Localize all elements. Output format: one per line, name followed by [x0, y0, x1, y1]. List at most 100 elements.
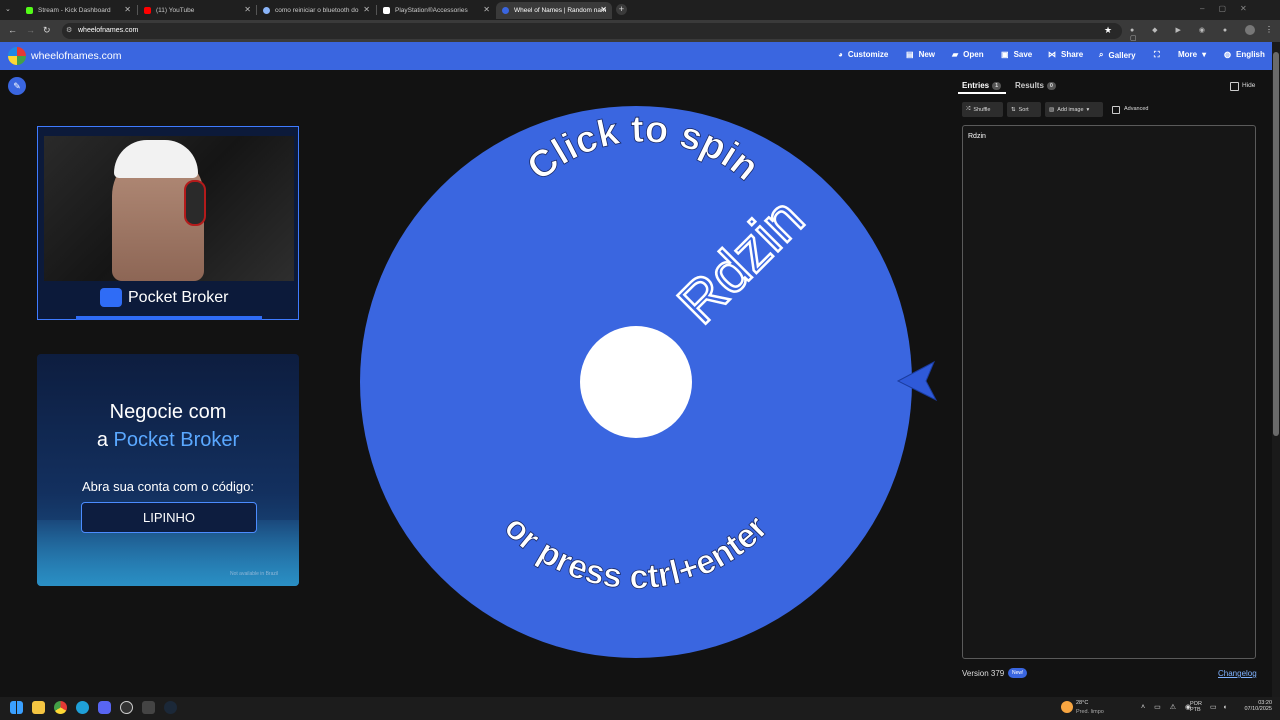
add-image-label: Add image: [1057, 106, 1084, 113]
tab-search-button[interactable]: ⌄: [5, 5, 11, 13]
url-text: wheelofnames.com: [78, 27, 139, 34]
reload-icon[interactable]: ↻: [43, 25, 51, 36]
scrollbar-thumb[interactable]: [1273, 52, 1279, 436]
promo-line1: Negocie com: [109, 401, 227, 423]
file-icon: ▤: [906, 50, 914, 59]
language-label: English: [1235, 50, 1265, 59]
promo-code: LIPINHO: [142, 510, 195, 525]
app-icon[interactable]: [142, 701, 155, 714]
site-name[interactable]: wheelofnames.com: [31, 50, 121, 62]
edit-button[interactable]: ✎: [8, 77, 26, 95]
wheel-favicon-icon: [502, 7, 509, 14]
promo-line3: Abra sua conta com o código:: [82, 479, 254, 494]
promo-line2: a Pocket Broker: [37, 429, 299, 452]
new-button[interactable]: ▤ New: [906, 50, 935, 59]
browser-tab-google[interactable]: como reiniciar o bluetooth do ✕: [257, 2, 375, 19]
folder-icon: ▰: [952, 50, 959, 59]
customize-button[interactable]: ◕ Customize: [838, 50, 888, 59]
lang-line2: PTB: [1190, 707, 1201, 713]
browser-tab-youtube[interactable]: (11) YouTube ✕: [138, 2, 256, 19]
version-label: Version 379: [962, 669, 1005, 678]
results-count-badge: 0: [1046, 81, 1056, 90]
share-icon: ⋈: [1048, 50, 1056, 59]
browser-tab-kick[interactable]: Stream - Kick Dashboard ✕: [20, 2, 136, 19]
entries-text: Rdzin: [968, 133, 986, 140]
more-button[interactable]: More ▾: [1178, 50, 1206, 59]
wheel-canvas[interactable]: Rdzin Click to spin or press ctrl+enter: [355, 100, 945, 670]
language-indicator[interactable]: POR PTB: [1190, 701, 1202, 713]
browser-tab-playstation[interactable]: PlayStation®Accessories ✕: [377, 2, 495, 19]
tab-results[interactable]: Results 0: [1015, 81, 1056, 90]
palette-icon: ◕: [838, 50, 843, 59]
browser-menu-icon[interactable]: ⋮: [1265, 25, 1273, 34]
new-tab-button[interactable]: +: [616, 4, 627, 15]
weather-temp[interactable]: 28°C: [1076, 700, 1088, 706]
site-info-icon[interactable]: ⚙: [66, 26, 72, 34]
new-badge: New!: [1008, 668, 1028, 678]
ad1-brand: Pocket Broker: [128, 289, 229, 306]
new-label: New: [918, 50, 936, 59]
changelog-link[interactable]: Changelog: [1218, 669, 1257, 678]
entries-count-badge: 1: [992, 81, 1002, 90]
gallery-button[interactable]: ⌕ Gallery: [1099, 50, 1136, 60]
tab-entries-label: Entries: [962, 81, 990, 90]
tab-entries[interactable]: Entries 1: [962, 81, 1002, 90]
search-icon: ⌕: [1099, 50, 1104, 59]
extensions-icons[interactable]: ● ◆ ▶ ◉ ● ◎ ▢: [1130, 26, 1280, 42]
windows-start-icon[interactable]: [10, 701, 23, 714]
site-logo-icon[interactable]: [8, 47, 26, 65]
network-volume-icons[interactable]: ▭◖: [1210, 703, 1233, 711]
language-button[interactable]: ◍ English: [1224, 50, 1265, 59]
forward-icon[interactable]: →: [26, 25, 35, 35]
profile-avatar[interactable]: [1245, 25, 1255, 35]
google-icon: [263, 7, 270, 14]
chevron-down-icon: ▾: [1086, 106, 1090, 113]
clock-date: 07/10/2025: [1244, 706, 1272, 712]
window-controls[interactable]: –▢✕: [1200, 4, 1261, 13]
close-tab-icon[interactable]: ✕: [483, 5, 490, 14]
tab-entries-underline: [958, 92, 1006, 94]
steam-icon[interactable]: [164, 701, 177, 714]
kick-icon: [26, 7, 33, 14]
back-icon[interactable]: ←: [8, 25, 17, 35]
close-tab-icon[interactable]: ✕: [600, 5, 607, 14]
obs-icon[interactable]: [120, 701, 133, 714]
shuffle-button[interactable]: ⤮ Shuffle: [962, 102, 1003, 117]
weather-icon[interactable]: [1061, 701, 1073, 713]
headphones-shape: [184, 180, 206, 226]
hide-checkbox[interactable]: [1230, 82, 1239, 91]
file-explorer-icon[interactable]: [32, 701, 45, 714]
chrome-icon[interactable]: [54, 701, 67, 714]
bookmark-star-icon[interactable]: ★: [1104, 25, 1112, 36]
browser-tab-wheelofnames[interactable]: Wheel of Names | Random nam ✕: [496, 2, 612, 19]
fullscreen-button[interactable]: ⛶: [1154, 50, 1160, 60]
discord-icon[interactable]: [98, 701, 111, 714]
advanced-label: Advanced: [1124, 106, 1149, 112]
more-label: More: [1178, 50, 1198, 59]
promo-brand: Pocket Broker: [113, 429, 240, 451]
promo-footnote: Not available in Brazil: [230, 571, 279, 577]
edge-icon[interactable]: [76, 701, 89, 714]
youtube-icon: [144, 7, 151, 14]
address-bar[interactable]: [62, 23, 1122, 39]
close-tab-icon[interactable]: ✕: [363, 5, 370, 14]
tab-label: (11) YouTube: [156, 7, 195, 14]
add-image-button[interactable]: ▧ Add image ▾: [1045, 102, 1103, 117]
sort-icon: ⇅: [1011, 106, 1016, 113]
open-label: Open: [963, 50, 984, 59]
save-label: Save: [1013, 50, 1033, 59]
sort-button[interactable]: ⇅ Sort: [1007, 102, 1041, 117]
share-button[interactable]: ⋈ Share: [1048, 50, 1083, 59]
save-button[interactable]: ▣ Save: [1001, 50, 1032, 59]
close-tab-icon[interactable]: ✕: [244, 5, 251, 14]
entries-textarea[interactable]: [962, 125, 1256, 659]
wheel-center-button[interactable]: [580, 326, 692, 438]
pocket-broker-logo-icon: [100, 288, 122, 307]
pencil-icon: ✎: [13, 81, 21, 91]
tab-label: como reiniciar o bluetooth do: [275, 7, 359, 14]
close-tab-icon[interactable]: ✕: [124, 5, 131, 14]
open-button[interactable]: ▰ Open: [952, 50, 984, 59]
tab-results-label: Results: [1015, 81, 1044, 90]
advanced-checkbox[interactable]: [1112, 106, 1120, 114]
clock[interactable]: 03:20 07/10/2025: [1238, 700, 1272, 712]
